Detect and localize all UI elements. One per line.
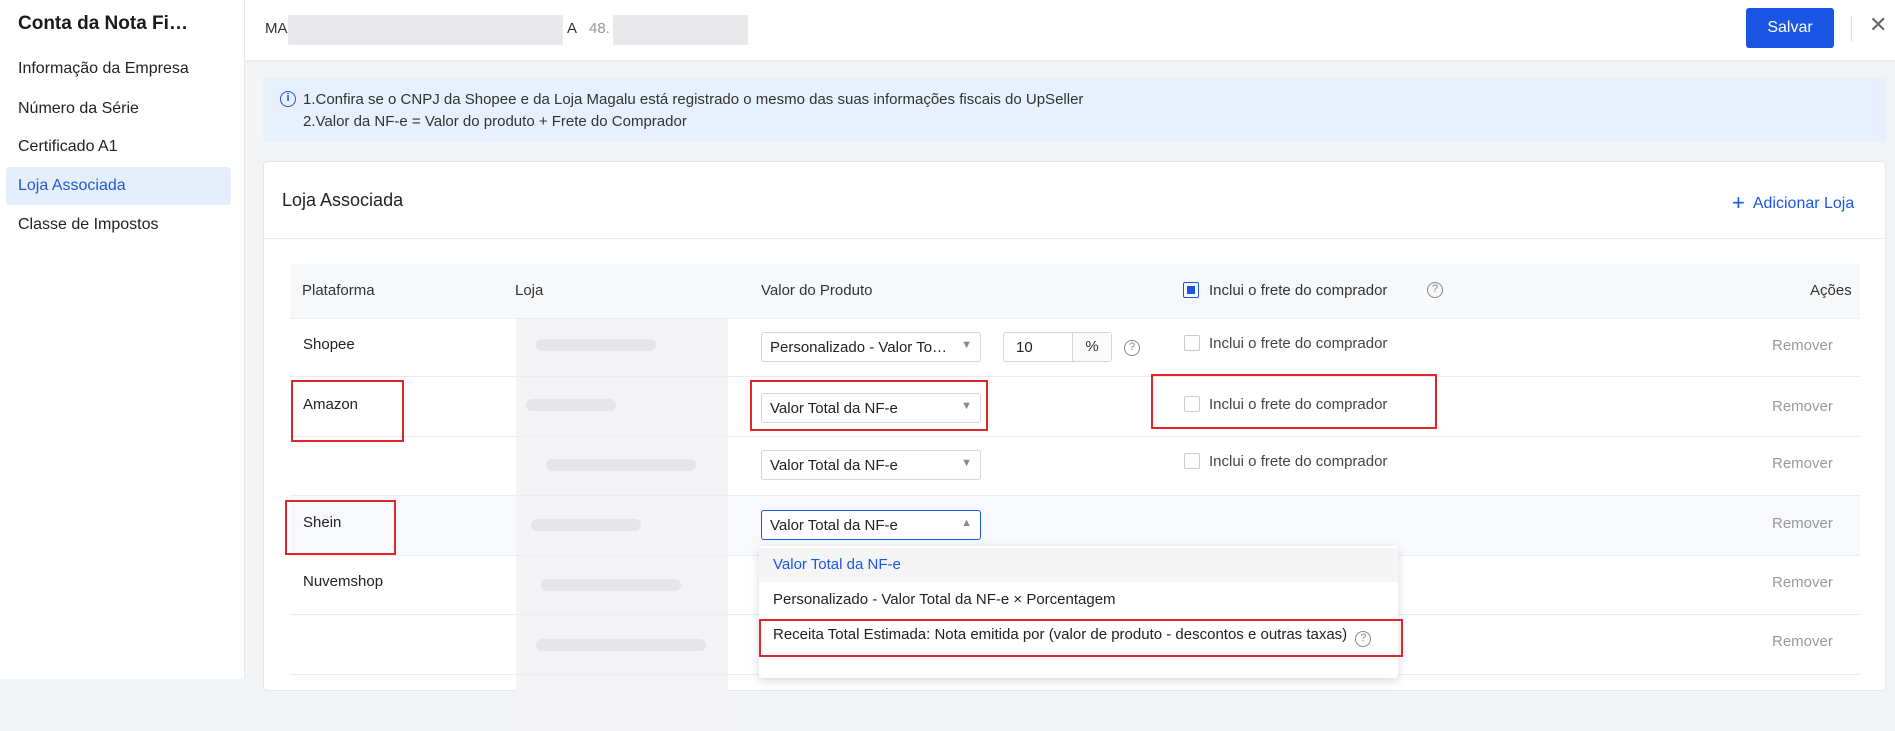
notice-line-1: 1.Confira se o CNPJ da Shopee e da Loja … bbox=[303, 91, 1084, 108]
sidebar: Conta da Nota Fi… Informação da Empresa … bbox=[0, 0, 245, 679]
help-circle-icon[interactable]: ? bbox=[1124, 340, 1140, 356]
freight-checkbox[interactable] bbox=[1184, 453, 1200, 469]
add-store-button[interactable]: + Adicionar Loja bbox=[1732, 190, 1854, 216]
highlight-box-estimated-revenue bbox=[759, 619, 1403, 657]
help-circle-icon[interactable]: ? bbox=[1427, 282, 1443, 298]
header-store: Loja bbox=[515, 282, 544, 299]
sidebar-item-associated-store[interactable]: Loja Associada bbox=[6, 167, 231, 205]
product-value-select[interactable]: Valor Total da NF-e ▲ bbox=[761, 510, 981, 540]
chevron-down-icon: ▼ bbox=[961, 457, 972, 469]
card-divider bbox=[264, 238, 1885, 239]
table-header: Plataforma Loja Valor do Produto Inclui … bbox=[290, 264, 1860, 319]
info-icon: i bbox=[280, 91, 296, 107]
row-platform: Shopee bbox=[303, 336, 355, 353]
freight-label: Inclui o frete do comprador bbox=[1209, 335, 1388, 352]
redacted-company-name bbox=[288, 15, 563, 45]
header-actions: Ações bbox=[1810, 282, 1852, 299]
sidebar-title: Conta da Nota Fi… bbox=[18, 13, 188, 34]
chevron-down-icon: ▲ bbox=[961, 517, 972, 529]
freight-checkbox[interactable] bbox=[1184, 335, 1200, 351]
highlight-box-amazon-value bbox=[750, 380, 988, 431]
remove-button[interactable]: Remover bbox=[1772, 574, 1833, 591]
remove-button[interactable]: Remover bbox=[1772, 337, 1833, 354]
percentage-input[interactable]: 10 % bbox=[1003, 332, 1112, 362]
dropdown-option-custom-percentage[interactable]: Personalizado - Valor Total da NF-e × Po… bbox=[759, 583, 1398, 617]
remove-button[interactable]: Remover bbox=[1772, 633, 1833, 650]
sidebar-item-certificate[interactable]: Certificado A1 bbox=[6, 128, 231, 166]
remove-button[interactable]: Remover bbox=[1772, 455, 1833, 472]
redacted-store-column bbox=[516, 319, 728, 731]
freight-label: Inclui o frete do comprador bbox=[1209, 453, 1388, 470]
info-notice: i 1.Confira se o CNPJ da Shopee e da Loj… bbox=[263, 78, 1886, 142]
divider bbox=[1851, 16, 1852, 42]
cnpj-prefix: 48. bbox=[589, 20, 610, 37]
row-platform: Nuvemshop bbox=[303, 573, 384, 590]
highlight-box-amazon bbox=[291, 380, 404, 442]
sidebar-item-tax-class[interactable]: Classe de Impostos bbox=[6, 206, 231, 244]
remove-button[interactable]: Remover bbox=[1772, 515, 1833, 532]
header-product-value: Valor do Produto bbox=[761, 282, 873, 299]
header-freight-label: Inclui o frete do comprador bbox=[1209, 282, 1388, 299]
chevron-down-icon: ▼ bbox=[961, 339, 972, 351]
sidebar-item-series-number[interactable]: Número da Série bbox=[6, 90, 231, 128]
highlight-box-shein bbox=[285, 500, 396, 555]
save-button[interactable]: Salvar bbox=[1746, 8, 1834, 48]
product-value-select[interactable]: Personalizado - Valor To… ▼ bbox=[761, 332, 981, 362]
product-value-dropdown: Valor Total da NF-e Personalizado - Valo… bbox=[759, 546, 1398, 678]
company-name-prefix: MA bbox=[265, 20, 288, 37]
company-name-suffix: A bbox=[567, 20, 578, 37]
add-store-label: Adicionar Loja bbox=[1752, 195, 1855, 212]
dropdown-option-total-nfe[interactable]: Valor Total da NF-e bbox=[759, 548, 1398, 582]
redacted-cnpj bbox=[613, 15, 748, 45]
notice-line-2: 2.Valor da NF-e = Valor do produto + Fre… bbox=[303, 113, 687, 130]
sidebar-item-company-info[interactable]: Informação da Empresa bbox=[6, 50, 231, 88]
plus-icon: + bbox=[1732, 190, 1745, 215]
freight-header-checkbox[interactable] bbox=[1183, 282, 1199, 298]
top-bar: MA A 48. Salvar ✕ bbox=[245, 0, 1895, 61]
header-platform: Plataforma bbox=[302, 282, 375, 299]
card-title: Loja Associada bbox=[282, 190, 404, 210]
close-icon[interactable]: ✕ bbox=[1869, 12, 1887, 38]
product-value-select[interactable]: Valor Total da NF-e ▼ bbox=[761, 450, 981, 480]
remove-button[interactable]: Remover bbox=[1772, 398, 1833, 415]
percent-unit: % bbox=[1072, 333, 1111, 361]
highlight-box-amazon-freight bbox=[1151, 374, 1437, 429]
